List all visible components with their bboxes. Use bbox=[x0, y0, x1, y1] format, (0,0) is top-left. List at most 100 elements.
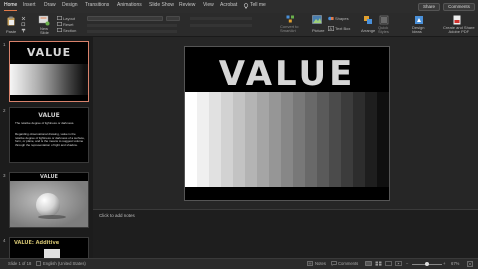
language-indicator[interactable]: English (United States) bbox=[43, 261, 86, 266]
picture-label: Picture bbox=[312, 28, 325, 33]
tab-design[interactable]: Design bbox=[62, 2, 78, 8]
paste-label: Paste bbox=[6, 29, 17, 34]
value-step bbox=[317, 92, 329, 187]
value-step bbox=[305, 92, 317, 187]
comments-button[interactable]: Comments bbox=[443, 3, 475, 11]
section-button[interactable]: Section bbox=[63, 28, 76, 33]
design-ideas-label: Design Ideas bbox=[412, 25, 425, 34]
arrange-label: Arrange bbox=[361, 28, 376, 33]
notes-pane[interactable]: Click to add notes bbox=[93, 209, 478, 258]
tab-slide-show[interactable]: Slide Show bbox=[149, 2, 174, 8]
design-ideas-icon[interactable] bbox=[414, 15, 424, 25]
value-step bbox=[209, 92, 221, 187]
zoom-out-button[interactable]: − bbox=[406, 261, 408, 266]
tab-insert[interactable]: Insert bbox=[23, 2, 36, 8]
value-step bbox=[257, 92, 269, 187]
value-step bbox=[293, 92, 305, 187]
cut-icon[interactable] bbox=[21, 16, 26, 21]
thumb-title: VALUE bbox=[38, 112, 60, 119]
share-label: Share bbox=[422, 4, 435, 9]
slide-sorter-icon[interactable] bbox=[375, 261, 382, 266]
text-box-button[interactable]: Text Box bbox=[335, 26, 350, 31]
slideshow-icon[interactable] bbox=[395, 261, 402, 266]
value-step bbox=[353, 92, 365, 187]
tab-view[interactable]: View bbox=[203, 2, 214, 8]
zoom-slider-thumb[interactable] bbox=[425, 262, 429, 266]
reset-button[interactable]: Reset bbox=[63, 22, 73, 27]
slide-editor: VALUE bbox=[93, 37, 478, 209]
slide-thumbnail-3[interactable]: VALUE bbox=[9, 172, 89, 228]
tab-review[interactable]: Review bbox=[179, 2, 195, 8]
font-format-row[interactable] bbox=[87, 24, 177, 27]
notes-toggle[interactable]: Notes bbox=[315, 261, 326, 266]
smartart-icon[interactable] bbox=[286, 15, 295, 23]
tab-animations[interactable]: Animations bbox=[117, 2, 142, 8]
section-icon bbox=[57, 28, 62, 32]
tab-transitions[interactable]: Transitions bbox=[85, 2, 109, 8]
value-step bbox=[269, 92, 281, 187]
quick-styles-label: Quick Styles bbox=[378, 25, 389, 34]
tab-home[interactable]: Home bbox=[4, 2, 18, 11]
slide-thumbnail-1[interactable]: VALUE bbox=[9, 41, 89, 102]
slide-number: 2 bbox=[3, 108, 6, 113]
shapes-button[interactable]: Shapes bbox=[335, 16, 349, 21]
format-painter-icon[interactable] bbox=[21, 28, 26, 33]
arrange-icon[interactable] bbox=[363, 15, 373, 25]
paragraph-list-row[interactable] bbox=[190, 17, 252, 20]
reading-view-icon[interactable] bbox=[385, 261, 392, 266]
font-color-row[interactable] bbox=[87, 30, 177, 33]
slide-number: 4 bbox=[3, 238, 6, 243]
slide-title[interactable]: VALUE bbox=[185, 56, 389, 92]
paste-icon[interactable] bbox=[6, 16, 16, 26]
picture-icon[interactable] bbox=[312, 15, 322, 24]
share-button[interactable]: Share bbox=[418, 3, 440, 11]
thumb-title: VALUE: Additive bbox=[14, 240, 60, 246]
font-name-box[interactable] bbox=[87, 16, 163, 21]
slide-thumbnail-2[interactable]: VALUE The relative degree of lightness o… bbox=[9, 107, 89, 163]
status-bar: Slide 1 of 18 English (United States) No… bbox=[0, 258, 478, 269]
comments-toggle[interactable]: Comments bbox=[338, 261, 358, 266]
convert-smartart-label: Convert to SmartArt bbox=[280, 24, 299, 33]
tab-acrobat[interactable]: Acrobat bbox=[220, 2, 237, 8]
tab-draw[interactable]: Draw bbox=[44, 2, 56, 8]
notes-icon bbox=[307, 261, 313, 266]
paragraph-align-row[interactable] bbox=[190, 24, 252, 27]
svg-text:A: A bbox=[330, 27, 333, 31]
thumb-title: VALUE bbox=[40, 174, 58, 180]
tell-me-search[interactable]: Tell me bbox=[250, 2, 266, 8]
spelling-icon[interactable] bbox=[36, 261, 41, 266]
font-size-box[interactable] bbox=[166, 16, 180, 21]
slide-number: 3 bbox=[3, 173, 6, 178]
normal-view-icon[interactable] bbox=[365, 261, 372, 266]
notes-placeholder[interactable]: Click to add notes bbox=[99, 213, 135, 218]
ribbon-toolbar: Paste New Slide Layout Reset Section Con… bbox=[0, 13, 478, 37]
quick-styles-icon[interactable] bbox=[379, 15, 389, 25]
new-slide-label: New Slide bbox=[40, 26, 49, 35]
copy-icon[interactable] bbox=[21, 22, 26, 27]
adobe-pdf-icon[interactable] bbox=[452, 15, 462, 25]
thumb-title: VALUE bbox=[26, 46, 72, 59]
slide-thumbnail-4[interactable]: VALUE: Additive bbox=[9, 237, 89, 258]
zoom-level[interactable]: 67% bbox=[451, 261, 459, 266]
value-step bbox=[245, 92, 257, 187]
value-scale-thumb bbox=[10, 64, 88, 95]
slide-thumbnails-pane: 1 VALUE 2 VALUE The relative degree of l… bbox=[0, 37, 93, 258]
value-step bbox=[377, 92, 389, 187]
powerpoint-window: Home Insert Draw Design Transitions Anim… bbox=[0, 0, 478, 269]
value-step bbox=[233, 92, 245, 187]
sphere-shadow bbox=[38, 215, 66, 219]
new-slide-icon[interactable] bbox=[38, 15, 50, 26]
main-slide[interactable]: VALUE bbox=[184, 46, 390, 201]
fit-to-window-icon[interactable] bbox=[467, 261, 473, 267]
thumb-image bbox=[44, 249, 60, 258]
thumb-text-2: Regarding observational drawing, value i… bbox=[15, 132, 85, 147]
zoom-in-button[interactable]: + bbox=[443, 261, 445, 266]
sphere-image bbox=[36, 193, 60, 217]
value-step bbox=[221, 92, 233, 187]
slide-number: 1 bbox=[3, 42, 6, 47]
value-step bbox=[341, 92, 353, 187]
value-step bbox=[329, 92, 341, 187]
layout-button[interactable]: Layout bbox=[63, 16, 75, 21]
shapes-icon bbox=[328, 16, 334, 21]
layout-icon bbox=[57, 16, 62, 20]
